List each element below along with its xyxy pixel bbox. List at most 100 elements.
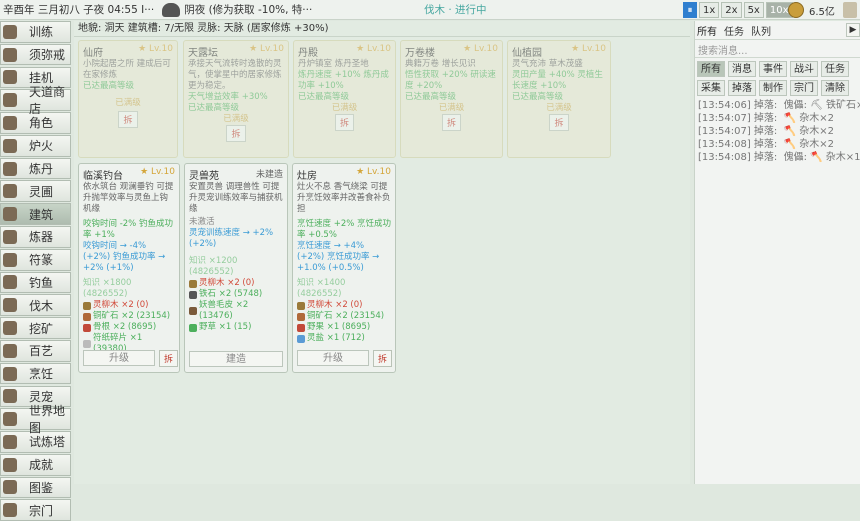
speed-2x-button[interactable]: 2x: [721, 2, 742, 18]
card-status: 已满级: [438, 103, 465, 113]
card-desc: 安置灵兽 调理兽性 可提升灵宠训练效率与捕获机缘: [189, 182, 283, 214]
tab-queue[interactable]: 队列: [751, 23, 771, 38]
log-line: [13:54:06] 掉落: 傀儡: ⛏ 铁矿石×2: [698, 100, 860, 111]
filter-task[interactable]: 任务: [821, 61, 849, 77]
nav-crafts[interactable]: 百艺: [0, 339, 71, 362]
log-line: [13:54:07] 掉落: 🪓 杂木×2: [698, 126, 834, 137]
nav-talisman[interactable]: 符篆: [0, 248, 71, 271]
nav-tower[interactable]: 试炼塔: [0, 431, 71, 453]
card-title: 灵兽苑: [189, 171, 219, 182]
nav-achievement[interactable]: 成就: [0, 453, 71, 476]
speed-controls: ⏸ 1x 2x 5x 10x: [683, 2, 793, 18]
filter-craft[interactable]: 制作: [759, 80, 787, 96]
spirit-salt-icon: [297, 334, 305, 343]
material-item: 铜矿石 ×2 (23154): [83, 311, 175, 322]
level-badge: ★ Lv.10: [571, 44, 606, 54]
nav-sect[interactable]: 宗门: [0, 499, 71, 521]
tab-all[interactable]: 所有: [697, 23, 717, 38]
filter-sect[interactable]: 宗门: [790, 80, 818, 96]
level-badge: ★ Lv.10: [463, 44, 498, 54]
nav-fishing[interactable]: 钓鱼: [0, 271, 71, 294]
weather-status: 阴夜 (修为获取 -10%, 特···: [184, 4, 313, 16]
talisman-icon: [3, 252, 17, 267]
card-desc: 典籍万卷 增长见识: [405, 59, 476, 69]
demolish-button[interactable]: 拆: [373, 350, 393, 367]
clear-button[interactable]: 清除: [821, 80, 849, 96]
current-task[interactable]: 伐木 · 进行中: [424, 2, 487, 17]
nav-logging[interactable]: 伐木: [0, 294, 71, 317]
crafts-icon: [3, 343, 17, 358]
level-badge: ★ Lv.10: [356, 167, 391, 177]
book-icon: [3, 480, 17, 495]
nav-alchemy[interactable]: 炼丹: [0, 157, 71, 180]
upgrade-button[interactable]: 升级: [83, 350, 155, 366]
filter-gather[interactable]: 采集: [697, 80, 725, 96]
nav-training[interactable]: 训练: [0, 21, 71, 43]
demolish-button[interactable]: 拆: [226, 125, 246, 142]
nav-codex[interactable]: 图鉴: [0, 476, 71, 499]
filter-all[interactable]: 所有: [697, 61, 725, 77]
weather-icon: [162, 2, 181, 17]
card-desc: 丹炉镇室 炼丹圣地: [298, 59, 369, 69]
material-item: 骨根 ×2 (8695): [83, 322, 175, 333]
message-search-input[interactable]: 搜索消息...: [695, 40, 860, 58]
filter-drop[interactable]: 掉落: [728, 80, 756, 96]
nav-map[interactable]: 世界地图: [0, 404, 71, 435]
material-item: 铜矿石 ×2 (23154): [297, 311, 391, 322]
log-line: [13:54:08] 掉落: 🪓 杂木×2: [698, 139, 834, 150]
tower-icon: [3, 434, 17, 449]
card-status: 已满级: [546, 103, 572, 113]
forge-icon: [3, 229, 17, 244]
card-effect: 炼丹速度 +10% 炼丹成功率 +10%: [298, 70, 389, 91]
nav-building[interactable]: 建筑: [0, 203, 71, 225]
nav-shop[interactable]: 天道商店: [0, 85, 71, 116]
level-badge: ★ Lv.10: [138, 44, 173, 54]
nav-ring[interactable]: 须弥戒: [0, 43, 71, 66]
speed-5x-button[interactable]: 5x: [743, 2, 764, 18]
demolish-button[interactable]: 拆: [441, 114, 461, 131]
demolish-button[interactable]: 拆: [549, 114, 569, 131]
card-status: 已满级: [115, 98, 141, 108]
nav-garden[interactable]: 灵圃: [0, 180, 71, 203]
building-card-tianlutan: 天露坛 ★ Lv.10 承接天气流转时逸散的灵气，使掌星中的居家修炼更为稳定。 天…: [183, 40, 289, 158]
sidebar: 训练 须弥戒 挂机 天道商店 角色 炉火 炼丹 灵圃 建筑 炼器 符篆 钓鱼 伐…: [0, 21, 71, 521]
demolish-button[interactable]: 拆: [334, 114, 354, 131]
tab-tasks[interactable]: 任务: [724, 23, 744, 38]
money-amount: 6.5亿: [809, 6, 835, 18]
message-panel: 所有 任务 队列 ▶ 搜索消息... 所有 消息 事件 战斗 任务 采集 掉落 …: [694, 21, 860, 484]
material-item: 野草 ×1 (15): [189, 322, 283, 333]
play-icon[interactable]: ▶: [846, 23, 860, 37]
filter-event[interactable]: 事件: [759, 61, 787, 77]
character-icon: [3, 115, 17, 130]
filter-message[interactable]: 消息: [728, 61, 756, 77]
exit-icon[interactable]: [843, 2, 857, 18]
nav-furnace[interactable]: 炉火: [0, 134, 71, 157]
afk-icon: [3, 70, 17, 85]
material-item: 野果 ×1 (8695): [297, 322, 391, 333]
willow-wood-icon: [83, 301, 91, 310]
building-card-fishing: 临溪钓台 ★ Lv.10 依水筑台 观澜垂钓 可提升抛竿效率与灵鱼上钩机缘 咬钩时…: [78, 163, 180, 373]
pause-icon[interactable]: ⏸: [683, 2, 697, 18]
speed-1x-button[interactable]: 1x: [699, 2, 720, 18]
filter-battle[interactable]: 战斗: [790, 61, 818, 77]
shop-icon: [3, 93, 17, 108]
card-upgrade-preview: 咬钩时间 → -4%: [83, 241, 147, 251]
card-title: 临溪钓台: [83, 171, 123, 182]
card-title: 仙植园: [512, 48, 542, 59]
nav-character[interactable]: 角色: [0, 112, 71, 134]
demolish-button[interactable]: 拆: [159, 350, 179, 367]
nav-mining[interactable]: 挖矿: [0, 317, 71, 339]
card-effect: 已达最高等级: [512, 92, 564, 102]
building-card-xianfu: 仙府 ★ Lv.10 小院起居之所 建成后可在家修炼 已达最高等级 已满级 拆: [78, 40, 178, 158]
card-upgrade-preview: 灵宠训练速度 → +2% (+2%): [189, 228, 274, 249]
card-effect: 灵田产量 +40% 灵植生长速度 +10%: [512, 70, 603, 91]
pet-icon: [3, 389, 17, 404]
demolish-button[interactable]: 拆: [118, 111, 138, 128]
nav-cooking[interactable]: 烹饪: [0, 362, 71, 385]
log-line: [13:54:08] 掉落: 傀儡: 🪓 杂木×1: [698, 152, 860, 163]
nav-forge[interactable]: 炼器: [0, 226, 71, 248]
build-button[interactable]: 建造: [189, 351, 283, 367]
card-title: 灶房: [297, 171, 317, 182]
upgrade-button[interactable]: 升级: [297, 350, 369, 366]
card-upgrade-preview: 烹饪速度 → +4%: [297, 241, 365, 251]
